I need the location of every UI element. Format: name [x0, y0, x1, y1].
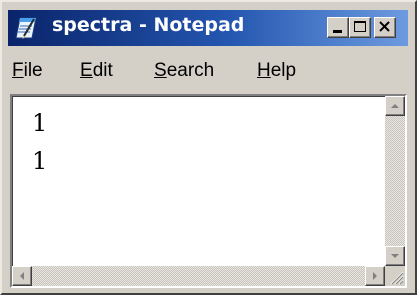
arrow-down-icon — [391, 254, 399, 258]
menu-search[interactable]: Search — [154, 60, 214, 82]
editor-content[interactable]: 1 1 — [32, 104, 47, 180]
horizontal-scrollbar[interactable] — [12, 266, 385, 286]
maximize-icon — [354, 21, 366, 32]
arrow-left-icon — [20, 272, 24, 280]
title-bar[interactable]: spectra - Notepad — [8, 10, 408, 46]
menu-help[interactable]: Help — [257, 60, 296, 82]
menu-bar: File Edit Search Help — [8, 54, 408, 88]
minimize-button[interactable] — [327, 17, 349, 38]
arrow-right-icon — [373, 272, 377, 280]
text-line: 1 — [32, 109, 48, 137]
scroll-left-button[interactable] — [12, 266, 32, 286]
notepad-icon[interactable] — [14, 16, 40, 40]
text-editor[interactable]: 1 1 — [10, 94, 407, 288]
text-line: 1 — [32, 147, 48, 175]
arrow-up-icon — [391, 104, 399, 108]
window-title: spectra - Notepad — [52, 14, 245, 36]
scroll-up-button[interactable] — [385, 96, 405, 116]
close-icon — [379, 21, 390, 32]
menu-edit[interactable]: Edit — [80, 60, 113, 82]
minimize-icon — [333, 30, 342, 33]
maximize-button[interactable] — [349, 17, 371, 38]
menu-file[interactable]: File — [12, 60, 43, 82]
scroll-down-button[interactable] — [385, 246, 405, 266]
resize-grip[interactable] — [385, 266, 405, 286]
notepad-window: spectra - Notepad File Edit Search Help … — [0, 0, 417, 295]
resize-grip-icon — [390, 271, 404, 285]
vertical-scrollbar[interactable] — [385, 96, 405, 266]
scroll-right-button[interactable] — [365, 266, 385, 286]
close-button[interactable] — [374, 17, 396, 38]
